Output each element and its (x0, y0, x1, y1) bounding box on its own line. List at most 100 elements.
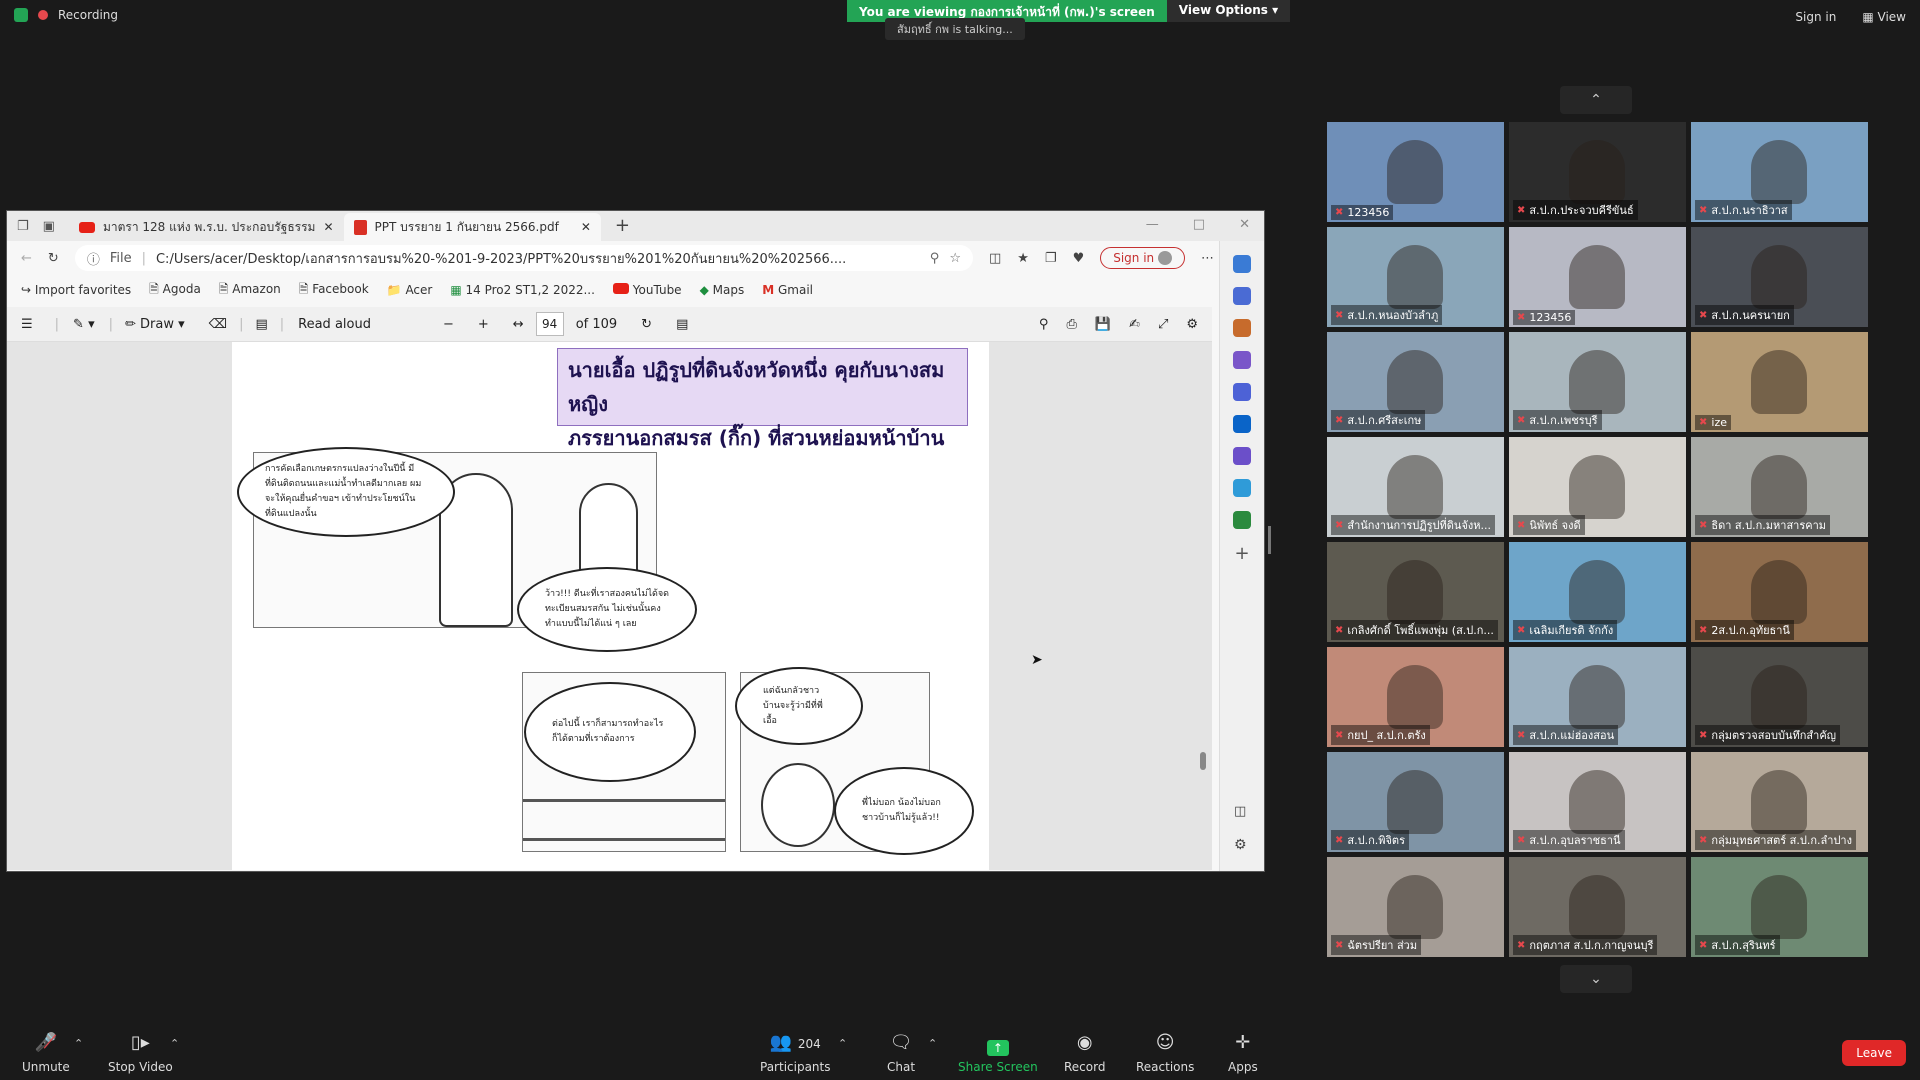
fav-maps[interactable]: ◆ Maps (700, 283, 745, 297)
fav-agoda[interactable]: 🗎 Agoda (149, 280, 201, 301)
leave-button[interactable]: Leave (1842, 1040, 1906, 1066)
view-options-button[interactable]: View Options ▾ (1166, 0, 1291, 22)
contents-icon[interactable]: ☰ (21, 317, 33, 332)
favorites-icon[interactable]: ★ (1017, 251, 1029, 266)
text-icon[interactable]: ▤ (255, 317, 267, 332)
rotate-icon[interactable]: ↻ (641, 317, 652, 332)
participant-tile[interactable]: ✖ ส.ป.ก.เพชรบุรี (1509, 332, 1686, 432)
zoom-in-icon[interactable]: + (478, 317, 489, 332)
participant-tile[interactable]: ✖ กยป_ ส.ป.ก.ตรัง (1327, 647, 1504, 747)
search-icon[interactable]: ⚲ (1039, 317, 1049, 332)
add-icon[interactable]: + (1220, 543, 1264, 564)
page-number-input[interactable]: 94 (535, 312, 564, 336)
back-icon[interactable]: ← (21, 251, 32, 266)
search-icon[interactable] (1233, 255, 1251, 273)
close-tab-icon[interactable]: ✕ (323, 220, 333, 234)
tab-pdf[interactable]: PPT บรรยาย 1 กันยายน 2566.pdf ✕ (343, 213, 601, 241)
participant-tile[interactable]: ✖ ส.ป.ก.พิจิตร (1327, 752, 1504, 852)
participant-tile[interactable]: ✖ ส.ป.ก.ศรีสะเกษ (1327, 332, 1504, 432)
collections-icon[interactable]: ❐ (1045, 251, 1057, 266)
fav-youtube[interactable]: YouTube (612, 283, 682, 297)
fav-sheet[interactable]: ▦ 14 Pro2 ST1,2 2022... (450, 283, 595, 297)
participants-options-caret[interactable]: ⌃ (838, 1037, 847, 1050)
chat-options-caret[interactable]: ⌃ (928, 1037, 937, 1050)
vertical-scrollbar[interactable] (1200, 752, 1206, 770)
participant-tile[interactable]: ✖ 2ส.ป.ก.อุทัยธานี (1691, 542, 1868, 642)
participant-tile[interactable]: ✖ ส.ป.ก.นราธิวาส (1691, 122, 1868, 222)
address-bar[interactable]: ⓘ File | C:/Users/acer/Desktop/เอกสารการ… (74, 245, 973, 271)
participant-tile[interactable]: ✖ ส.ป.ก.ประจวบคีรีขันธ์ (1509, 122, 1686, 222)
workspaces-icon[interactable]: ❐ (17, 219, 29, 234)
tab-youtube[interactable]: มาตรา 128 แห่ง พ.ร.บ. ประกอบรัฐธรรม ✕ (69, 213, 344, 241)
stop-video-button[interactable]: ▯▸ Stop Video (108, 1032, 173, 1074)
participant-tile[interactable]: ✖ ize (1691, 332, 1868, 432)
minimize-icon[interactable]: — (1146, 217, 1159, 232)
participant-tile[interactable]: ✖ ส.ป.ก.นครนายก (1691, 227, 1868, 327)
close-window-icon[interactable]: ✕ (1239, 217, 1250, 232)
new-tab-icon[interactable]: + (615, 215, 630, 236)
browser-sign-in-button[interactable]: Sign in (1100, 246, 1185, 270)
print-icon[interactable]: ⎙ (1066, 317, 1076, 332)
participant-tile[interactable]: ✖ เฉลิมเกียรติ จักกัง (1509, 542, 1686, 642)
participant-tile[interactable]: ✖ กลุ่มมุทธศาสตร์ ส.ป.ก.ลำปาง (1691, 752, 1868, 852)
fav-import[interactable]: ↪ Import favorites (21, 283, 131, 297)
tag-icon[interactable] (1233, 287, 1251, 305)
participant-tile[interactable]: ✖ ส.ป.ก.สุรินทร์ (1691, 857, 1868, 957)
split-screen-icon[interactable]: ◫ (989, 251, 1001, 266)
participant-tile[interactable]: ✖ ฉัตรปรียา ส่วม (1327, 857, 1504, 957)
page-view-icon[interactable]: ▤ (676, 317, 688, 332)
apps-button[interactable]: ✛ Apps (1228, 1032, 1258, 1074)
participant-tile[interactable]: ✖ ส.ป.ก.อุบลราชธานี (1509, 752, 1686, 852)
save-icon[interactable]: 💾 (1095, 317, 1111, 332)
tree-icon[interactable] (1233, 511, 1251, 529)
participant-tile[interactable]: ✖ 123456 (1327, 122, 1504, 222)
participant-tile[interactable]: ✖ กฤตภาส ส.ป.ก.กาญจนบุรี (1509, 857, 1686, 957)
participant-tile[interactable]: ✖ 123456 (1509, 227, 1686, 327)
fit-page-icon[interactable]: ↔ (513, 317, 524, 332)
fav-amazon[interactable]: 🗎 Amazon (219, 280, 281, 301)
participant-tile[interactable]: ✖ สำนักงานการปฏิรูปที่ดินจังห... (1327, 437, 1504, 537)
participant-tile[interactable]: ✖ นิพัทธ์ จงดี (1509, 437, 1686, 537)
gallery-prev-page-button[interactable]: ⌃ (1560, 86, 1632, 114)
splitter-handle[interactable] (1268, 526, 1271, 554)
participant-tile[interactable]: ✖ ธิดา ส.ป.ก.มหาสารคาม (1691, 437, 1868, 537)
reactions-button[interactable]: ☺ Reactions (1136, 1032, 1194, 1074)
shield-icon[interactable] (14, 8, 28, 22)
zoom-out-icon[interactable]: − (443, 317, 454, 332)
view-button[interactable]: ▦ View (1862, 10, 1906, 24)
close-tab-icon[interactable]: ✕ (581, 220, 591, 234)
tab-actions-icon[interactable]: ▣ (43, 219, 55, 234)
toolbox-icon[interactable] (1233, 319, 1251, 337)
participant-tile[interactable]: ✖ ส.ป.ก.หนองบัวลำภู (1327, 227, 1504, 327)
gallery-next-page-button[interactable]: ⌄ (1560, 965, 1632, 993)
refresh-icon[interactable]: ↻ (48, 251, 59, 266)
video-options-caret[interactable]: ⌃ (170, 1037, 179, 1050)
chat-button[interactable]: 🗨 Chat (887, 1032, 915, 1074)
games-icon[interactable] (1233, 351, 1251, 369)
audio-options-caret[interactable]: ⌃ (74, 1037, 83, 1050)
share-screen-button[interactable]: ↑ Share Screen (958, 1040, 1038, 1074)
settings-icon[interactable]: ⚙ (1186, 317, 1198, 332)
eraser-icon[interactable]: ⌫ (209, 317, 227, 332)
browser-essentials-icon[interactable]: ♥ (1073, 251, 1085, 266)
zoom-icon[interactable]: ⚲ (930, 251, 940, 266)
pdf-viewport[interactable]: นายเอื้อ ปฏิรูปที่ดินจังหวัดหนึ่ง คุยกับ… (7, 342, 1212, 870)
favorite-star-icon[interactable]: ☆ (949, 251, 961, 266)
fav-facebook[interactable]: 🗎 Facebook (299, 280, 369, 301)
read-aloud-button[interactable]: Read aloud (298, 317, 371, 332)
send-icon[interactable] (1233, 479, 1251, 497)
designer-icon[interactable] (1233, 447, 1251, 465)
fav-acer[interactable]: 📁 Acer (387, 283, 433, 297)
participants-button[interactable]: 👥 204 Participants (760, 1032, 831, 1074)
highlight-icon[interactable]: ✎ ▾ (73, 317, 95, 332)
save-as-icon[interactable]: ✍ (1129, 317, 1140, 332)
participant-tile[interactable]: ✖ เกลิงศักดิ์ โพธิ์แพงพุ่ม (ส.ป.ก... (1327, 542, 1504, 642)
participant-tile[interactable]: ✖ กลุ่มตรวจสอบบันทึกสำคัญ (1691, 647, 1868, 747)
sidebar-settings-icon[interactable]: ⚙ (1234, 837, 1247, 853)
draw-button[interactable]: ✏ Draw ▾ (125, 317, 185, 332)
sidebar-layout-icon[interactable]: ◫ (1234, 804, 1246, 819)
unmute-button[interactable]: 🎤̸ Unmute (22, 1032, 70, 1074)
maximize-icon[interactable]: □ (1193, 217, 1205, 232)
fav-gmail[interactable]: M Gmail (762, 283, 813, 297)
outlook-icon[interactable] (1233, 415, 1251, 433)
